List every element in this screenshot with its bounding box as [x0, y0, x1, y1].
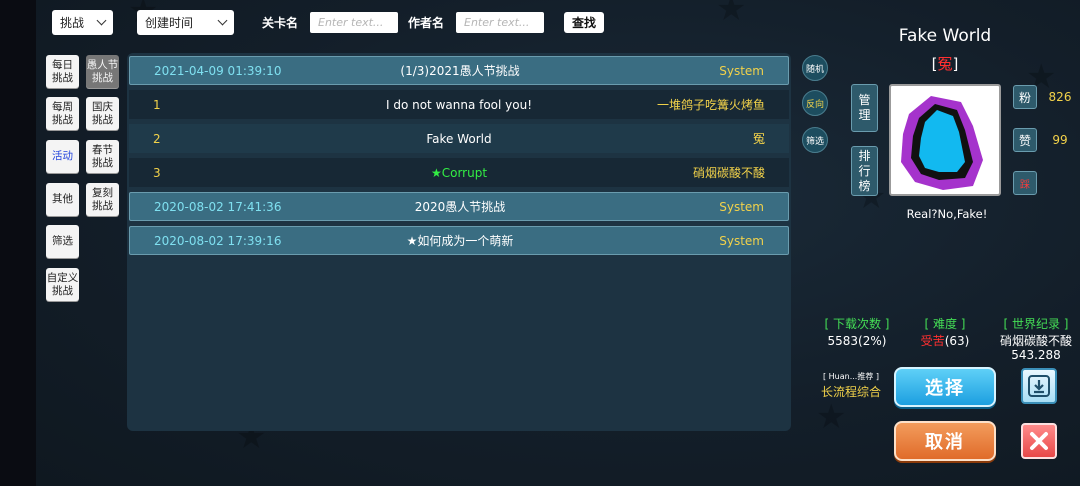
level-name-input[interactable] — [310, 12, 398, 33]
mode-dropdown-value: 挑战 — [60, 16, 85, 30]
bracket-close: ] — [952, 55, 959, 73]
list-item[interactable]: 2 Fake World 冤 — [129, 124, 789, 153]
row-index: 1 — [153, 97, 161, 112]
filter-button[interactable]: 筛选 — [802, 127, 828, 153]
recommend-label: [ Huan...推荐 ] — [822, 372, 879, 381]
difficulty-number: (63) — [944, 334, 970, 348]
manage-button[interactable]: 管 理 — [851, 84, 878, 132]
row-title: I do not wanna fool you! — [385, 97, 533, 112]
ranking-button[interactable]: 排 行 榜 — [851, 146, 878, 196]
world-record-value: 硝烟碳酸不酸 543.288 — [994, 334, 1078, 362]
level-preview-image — [889, 84, 1001, 196]
row-index: 2 — [153, 131, 161, 146]
row-author: 冤 — [752, 132, 765, 146]
mode-dropdown[interactable]: 挑战 — [52, 10, 113, 35]
close-icon — [1030, 432, 1048, 450]
list-group-header[interactable]: 2021-04-09 01:39:10 (1/3)2021愚人节挑战 Syste… — [129, 56, 789, 85]
ghost-avatar-icon — [901, 96, 983, 190]
row-title: Fake World — [426, 131, 492, 146]
category-other[interactable]: 其他 — [46, 183, 79, 216]
download-icon — [1028, 375, 1050, 397]
row-title: ★Corrupt — [430, 165, 488, 180]
recommend-value: 长流程综合 — [820, 385, 881, 399]
row-title: 2020愚人节挑战 — [414, 200, 506, 214]
like-button[interactable]: 赞 — [1013, 128, 1037, 152]
level-caption: Real?No,Fake! — [906, 207, 988, 221]
background-star-decoration: ★ — [716, 0, 747, 29]
dislike-button[interactable]: 踩 — [1013, 171, 1037, 195]
row-date: 2020-08-02 17:41:36 — [154, 199, 282, 214]
row-date: 2021-04-09 01:39:10 — [154, 63, 282, 78]
category-daily-challenge[interactable]: 每日 挑战 — [46, 55, 79, 88]
level-author-line: [冤] — [866, 53, 1024, 74]
category-april-fools-challenge[interactable]: 愚人节 挑战 — [86, 55, 119, 88]
world-record-label: [ 世界纪录 ] — [1003, 317, 1069, 331]
world-record-time: 543.288 — [1011, 348, 1061, 362]
row-index: 3 — [153, 165, 161, 180]
fans-count: 826 — [1048, 90, 1072, 104]
category-weekly-challenge[interactable]: 每周 挑战 — [46, 97, 79, 130]
difficulty-value: 受苦(63) — [912, 334, 978, 348]
category-national-day-challenge[interactable]: 国庆 挑战 — [86, 97, 119, 130]
select-button[interactable]: 选择 — [894, 367, 996, 407]
author-label: 作者名 — [408, 16, 445, 30]
downloads-value: 5583(2%) — [827, 334, 887, 348]
category-filter[interactable]: 筛选 — [46, 225, 79, 258]
game-screen: ★ ★ ★ ★ ★ ★ ★ ★ 挑战 创建时间 关卡名 作者名 查找 每日 挑战… — [36, 0, 1080, 486]
level-title: Fake World — [898, 26, 992, 46]
find-button[interactable]: 查找 — [564, 12, 604, 33]
author-input[interactable] — [456, 12, 544, 33]
row-author: System — [719, 63, 764, 78]
list-group-header[interactable]: 2020-08-02 17:39:16 ★如何成为一个萌新 System — [129, 226, 789, 255]
level-name-label: 关卡名 — [262, 16, 299, 30]
list-item[interactable]: 3 ★Corrupt 硝烟碳酸不酸 — [129, 158, 789, 187]
row-title: (1/3)2021愚人节挑战 — [400, 64, 520, 78]
row-date: 2020-08-02 17:39:16 — [154, 233, 282, 248]
row-author: 一堆鸽子吃篝火烤鱼 — [656, 98, 765, 112]
likes-count: 99 — [1052, 133, 1068, 147]
category-replica-challenge[interactable]: 复刻 挑战 — [86, 183, 119, 216]
close-button[interactable] — [1021, 423, 1057, 459]
recommend-info: [ Huan...推荐 ] 长流程综合 — [806, 371, 896, 400]
download-button[interactable] — [1021, 368, 1057, 404]
chevron-down-icon — [96, 15, 107, 26]
cancel-button[interactable]: 取消 — [894, 421, 996, 461]
level-list-panel: 2021-04-09 01:39:10 (1/3)2021愚人节挑战 Syste… — [127, 53, 791, 431]
sort-dropdown-value: 创建时间 — [145, 16, 194, 30]
sort-dropdown[interactable]: 创建时间 — [137, 10, 234, 35]
list-item[interactable]: 1 I do not wanna fool you! 一堆鸽子吃篝火烤鱼 — [129, 90, 789, 119]
category-custom-challenge[interactable]: 自定义 挑战 — [46, 268, 79, 301]
reverse-button[interactable]: 反向 — [802, 90, 828, 116]
category-events[interactable]: 活动 — [46, 140, 79, 173]
level-author[interactable]: 冤 — [937, 55, 952, 73]
list-group-header[interactable]: 2020-08-02 17:41:36 2020愚人节挑战 System — [129, 192, 789, 221]
difficulty-name: 受苦 — [920, 334, 945, 348]
world-record-holder: 硝烟碳酸不酸 — [999, 334, 1072, 348]
category-spring-festival-challenge[interactable]: 春节 挑战 — [86, 140, 119, 173]
random-button[interactable]: 随机 — [802, 55, 828, 81]
background-star-decoration: ★ — [816, 397, 847, 437]
downloads-label: [ 下载次数 ] — [824, 317, 890, 331]
row-author: System — [719, 199, 764, 214]
row-author: 硝烟碳酸不酸 — [692, 166, 765, 180]
difficulty-label: [ 难度 ] — [924, 317, 966, 331]
fans-button[interactable]: 粉 — [1013, 85, 1037, 109]
chevron-down-icon — [217, 15, 228, 26]
row-author: System — [719, 233, 764, 248]
row-title: ★如何成为一个萌新 — [406, 234, 514, 248]
